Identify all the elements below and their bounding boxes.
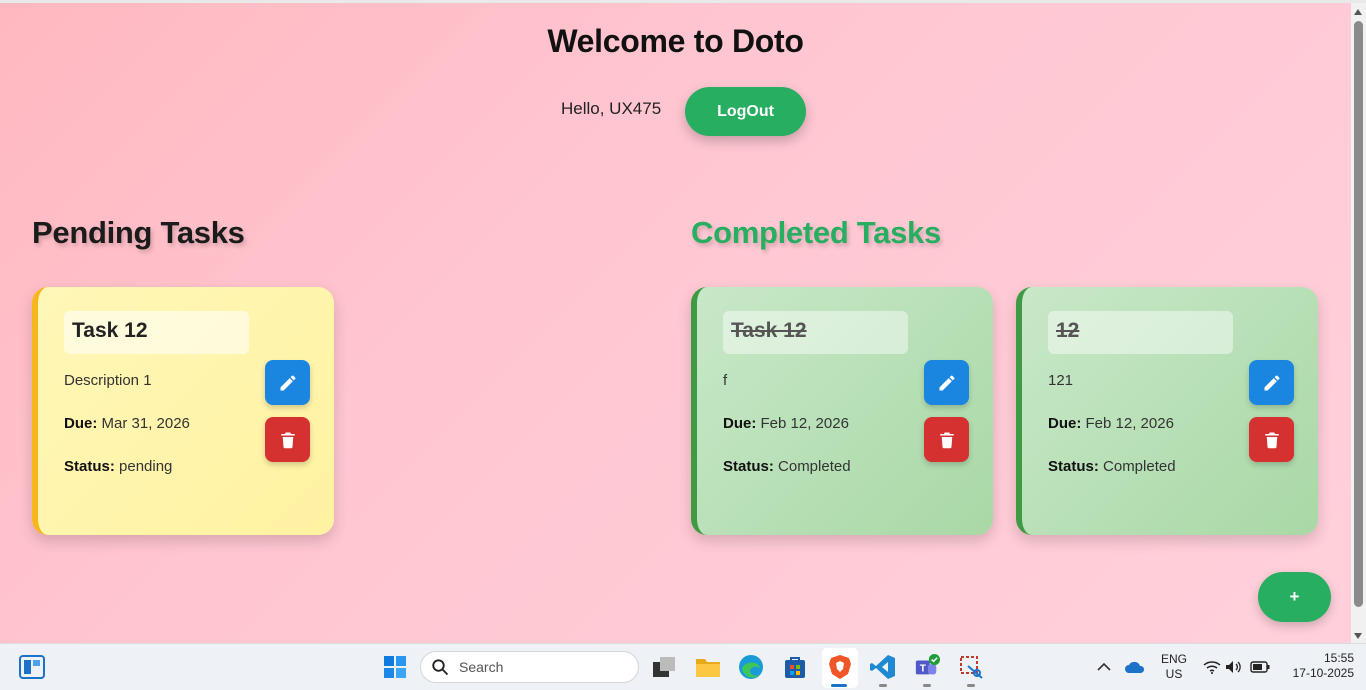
store-icon[interactable] [782,654,808,680]
volume-icon[interactable] [1221,654,1247,680]
task-title[interactable]: Task 12 [723,311,908,354]
brave-icon[interactable] [827,654,853,680]
scrollbar-thumb[interactable] [1354,21,1363,607]
status-label: Status: [1048,458,1099,475]
completed-task-card: Task 12 f Due: Feb 12, 2026 Status: Comp… [691,287,993,535]
onedrive-icon[interactable] [1122,654,1148,680]
task-title[interactable]: 12 [1048,311,1233,354]
trash-icon [280,432,295,448]
pencil-icon [1264,374,1279,390]
status-value: Completed [1103,458,1176,475]
user-greeting: Hello, UX475 [561,99,662,118]
edit-task-button[interactable] [924,360,969,405]
task-due: Due: Feb 12, 2026 [723,415,849,432]
pencil-icon [280,374,295,390]
vscode-icon[interactable] [870,654,896,680]
widgets-icon[interactable] [19,654,45,680]
completed-tasks-heading: Completed Tasks [691,215,941,250]
taskbar-search-placeholder: Search [459,659,504,675]
due-label: Due: [1048,415,1082,432]
trash-icon [1264,432,1279,448]
file-explorer-icon[interactable] [695,654,721,680]
chevron-up-icon[interactable] [1091,654,1117,680]
clock[interactable]: 15:55 17-10-2025 [1276,651,1354,681]
pending-task-card: Task 12 Description 1 Due: Mar 31, 2026 … [32,287,334,535]
task-description: Description 1 [64,372,152,389]
logout-button[interactable]: LogOut [685,87,806,136]
page-scrollbar[interactable] [1351,3,1366,643]
due-date: Feb 12, 2026 [1085,415,1174,432]
page-title: Welcome to Doto [547,23,804,59]
language-code: ENG [1160,652,1187,666]
battery-icon[interactable] [1247,654,1273,680]
clock-time: 15:55 [1323,651,1354,665]
edit-task-button[interactable] [1249,360,1294,405]
task-status: Status: Completed [723,458,851,475]
status-label: Status: [64,458,115,475]
trash-icon [939,432,954,448]
task-description: f [723,372,728,389]
due-label: Due: [723,415,757,432]
delete-task-button[interactable] [1249,417,1294,462]
pencil-icon [939,374,954,390]
edge-icon[interactable] [738,654,764,680]
due-label: Due: [64,415,98,432]
edit-task-button[interactable] [265,360,310,405]
search-icon [432,659,449,676]
running-app-indicator [923,684,931,687]
region-code: US [1165,667,1183,681]
windows-taskbar: Search T ENG US 15:55 17-10-2025 [0,643,1366,690]
due-date: Feb 12, 2026 [760,415,849,432]
input-language-indicator[interactable]: ENG US [1156,652,1192,682]
scroll-up-arrow-icon[interactable] [1354,9,1362,15]
svg-text:T: T [920,664,927,675]
teams-icon[interactable]: T [914,654,940,680]
windows-start-icon[interactable] [382,654,408,680]
active-app-indicator [831,684,847,687]
due-date: Mar 31, 2026 [101,415,190,432]
delete-task-button[interactable] [265,417,310,462]
status-value: pending [119,458,173,475]
task-view-icon[interactable] [651,654,677,680]
clock-date: 17-10-2025 [1292,666,1354,680]
task-status: Status: pending [64,458,172,475]
add-task-button[interactable]: + [1258,572,1331,622]
running-app-indicator [967,684,975,687]
completed-task-card: 12 121 Due: Feb 12, 2026 Status: Complet… [1016,287,1318,535]
task-title[interactable]: Task 12 [64,311,249,354]
status-value: Completed [778,458,851,475]
snipping-tool-icon[interactable] [958,654,984,680]
pending-tasks-heading: Pending Tasks [32,215,245,250]
status-label: Status: [723,458,774,475]
task-due: Due: Feb 12, 2026 [1048,415,1174,432]
app-viewport: Welcome to Doto Hello, UX475 LogOut Pend… [0,3,1351,643]
scroll-down-arrow-icon[interactable] [1354,633,1362,639]
delete-task-button[interactable] [924,417,969,462]
running-app-indicator [879,684,887,687]
taskbar-search-box[interactable]: Search [420,651,639,683]
task-status: Status: Completed [1048,458,1176,475]
task-description: 121 [1048,372,1074,389]
task-due: Due: Mar 31, 2026 [64,415,190,432]
